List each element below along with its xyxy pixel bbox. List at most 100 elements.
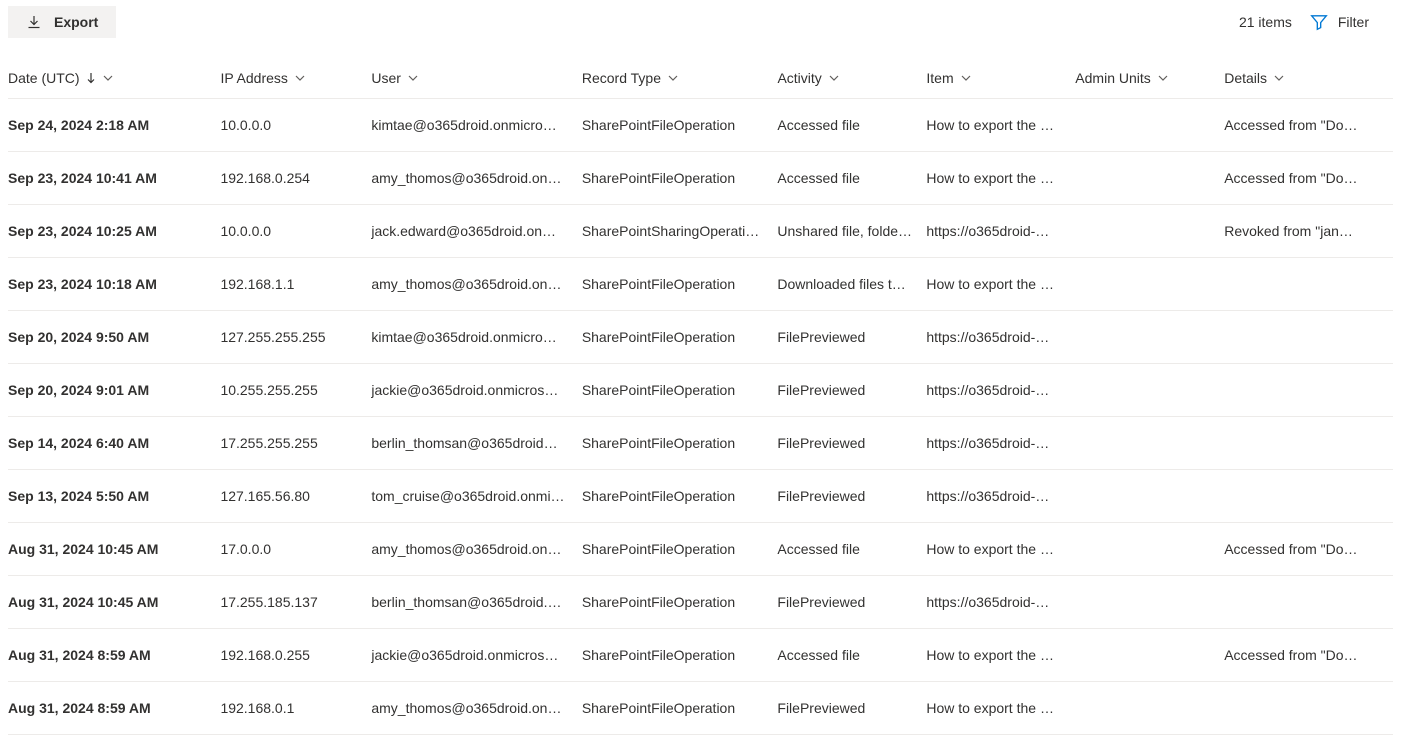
toolbar-right: 21 items Filter bbox=[1239, 13, 1393, 31]
column-header-user[interactable]: User bbox=[371, 70, 581, 86]
column-header-date[interactable]: Date (UTC) bbox=[8, 70, 220, 86]
cell-ip: 192.168.0.254 bbox=[220, 170, 371, 186]
cell-record: SharePointFileOperation bbox=[582, 488, 778, 504]
download-icon bbox=[26, 14, 42, 30]
cell-item: https://o365droid-… bbox=[926, 594, 1075, 610]
column-header-record-type[interactable]: Record Type bbox=[582, 70, 778, 86]
cell-ip: 10.0.0.0 bbox=[220, 117, 371, 133]
cell-date: Aug 31, 2024 10:45 AM bbox=[8, 541, 220, 557]
table-row[interactable]: Sep 23, 2024 10:25 AM10.0.0.0jack.edward… bbox=[8, 205, 1393, 258]
filter-button[interactable]: Filter bbox=[1310, 13, 1369, 31]
cell-activity: Accessed file bbox=[777, 170, 926, 186]
cell-user: amy_thomos@o365droid.on… bbox=[371, 541, 581, 557]
column-header-ip[interactable]: IP Address bbox=[220, 70, 371, 86]
column-header-details[interactable]: Details bbox=[1224, 70, 1393, 86]
cell-ip: 10.255.255.255 bbox=[220, 382, 371, 398]
chevron-down-icon bbox=[828, 72, 840, 84]
table-row[interactable]: Aug 31, 2024 10:45 AM17.0.0.0amy_thomos@… bbox=[8, 523, 1393, 576]
export-label: Export bbox=[54, 14, 98, 30]
column-header-item[interactable]: Item bbox=[926, 70, 1075, 86]
cell-item: How to export the … bbox=[926, 170, 1075, 186]
cell-date: Sep 20, 2024 9:01 AM bbox=[8, 382, 220, 398]
cell-date: Sep 23, 2024 10:18 AM bbox=[8, 276, 220, 292]
cell-item: https://o365droid-… bbox=[926, 382, 1075, 398]
audit-table: Date (UTC) IP Address User Record Type A… bbox=[8, 58, 1393, 735]
cell-activity: Unshared file, folde… bbox=[777, 223, 926, 239]
table-row[interactable]: Sep 23, 2024 10:18 AM192.168.1.1amy_thom… bbox=[8, 258, 1393, 311]
cell-activity: FilePreviewed bbox=[777, 594, 926, 610]
table-body: Sep 24, 2024 2:18 AM10.0.0.0kimtae@o365d… bbox=[8, 99, 1393, 735]
cell-user: amy_thomos@o365droid.on… bbox=[371, 700, 581, 716]
cell-date: Sep 23, 2024 10:41 AM bbox=[8, 170, 220, 186]
cell-details: Accessed from "Do… bbox=[1224, 117, 1393, 133]
cell-record: SharePointFileOperation bbox=[582, 382, 778, 398]
cell-record: SharePointFileOperation bbox=[582, 435, 778, 451]
column-label: Record Type bbox=[582, 70, 661, 86]
cell-activity: FilePreviewed bbox=[777, 435, 926, 451]
cell-ip: 17.0.0.0 bbox=[220, 541, 371, 557]
cell-item: https://o365droid-… bbox=[926, 435, 1075, 451]
column-label: Activity bbox=[777, 70, 821, 86]
cell-activity: FilePreviewed bbox=[777, 700, 926, 716]
cell-record: SharePointFileOperation bbox=[582, 170, 778, 186]
cell-date: Sep 20, 2024 9:50 AM bbox=[8, 329, 220, 345]
chevron-down-icon bbox=[1273, 72, 1285, 84]
cell-record: SharePointFileOperation bbox=[582, 329, 778, 345]
cell-date: Sep 24, 2024 2:18 AM bbox=[8, 117, 220, 133]
cell-activity: Accessed file bbox=[777, 117, 926, 133]
table-row[interactable]: Sep 13, 2024 5:50 AM127.165.56.80tom_cru… bbox=[8, 470, 1393, 523]
cell-user: tom_cruise@o365droid.onmi… bbox=[371, 488, 581, 504]
cell-record: SharePointFileOperation bbox=[582, 647, 778, 663]
cell-item: https://o365droid-… bbox=[926, 488, 1075, 504]
column-label: Item bbox=[926, 70, 953, 86]
table-row[interactable]: Aug 31, 2024 10:45 AM17.255.185.137berli… bbox=[8, 576, 1393, 629]
chevron-down-icon bbox=[960, 72, 972, 84]
table-row[interactable]: Sep 20, 2024 9:50 AM127.255.255.255kimta… bbox=[8, 311, 1393, 364]
cell-item: How to export the … bbox=[926, 541, 1075, 557]
chevron-down-icon bbox=[102, 72, 114, 84]
chevron-down-icon bbox=[1157, 72, 1169, 84]
cell-user: amy_thomos@o365droid.on… bbox=[371, 276, 581, 292]
table-row[interactable]: Sep 20, 2024 9:01 AM10.255.255.255jackie… bbox=[8, 364, 1393, 417]
cell-user: berlin_thomsan@o365droid.… bbox=[371, 594, 581, 610]
cell-ip: 17.255.255.255 bbox=[220, 435, 371, 451]
cell-activity: Accessed file bbox=[777, 647, 926, 663]
table-row[interactable]: Sep 23, 2024 10:41 AM192.168.0.254amy_th… bbox=[8, 152, 1393, 205]
cell-activity: FilePreviewed bbox=[777, 488, 926, 504]
cell-ip: 17.255.185.137 bbox=[220, 594, 371, 610]
cell-activity: FilePreviewed bbox=[777, 329, 926, 345]
cell-item: How to export the … bbox=[926, 700, 1075, 716]
cell-details: Accessed from "Do… bbox=[1224, 170, 1393, 186]
table-row[interactable]: Sep 24, 2024 2:18 AM10.0.0.0kimtae@o365d… bbox=[8, 99, 1393, 152]
cell-ip: 192.168.0.255 bbox=[220, 647, 371, 663]
cell-record: SharePointFileOperation bbox=[582, 117, 778, 133]
column-header-admin-units[interactable]: Admin Units bbox=[1075, 70, 1224, 86]
table-row[interactable]: Aug 31, 2024 8:59 AM192.168.0.255jackie@… bbox=[8, 629, 1393, 682]
cell-record: SharePointFileOperation bbox=[582, 541, 778, 557]
cell-item: How to export the … bbox=[926, 276, 1075, 292]
cell-record: SharePointFileOperation bbox=[582, 594, 778, 610]
table-header-row: Date (UTC) IP Address User Record Type A… bbox=[8, 58, 1393, 99]
column-label: IP Address bbox=[220, 70, 287, 86]
item-count: 21 items bbox=[1239, 14, 1292, 30]
cell-date: Aug 31, 2024 8:59 AM bbox=[8, 700, 220, 716]
filter-icon bbox=[1310, 13, 1328, 31]
cell-activity: Accessed file bbox=[777, 541, 926, 557]
cell-user: jack.edward@o365droid.on… bbox=[371, 223, 581, 239]
table-row[interactable]: Aug 31, 2024 8:59 AM192.168.0.1amy_thomo… bbox=[8, 682, 1393, 735]
column-label: Details bbox=[1224, 70, 1267, 86]
cell-record: SharePointSharingOperati… bbox=[582, 223, 778, 239]
column-header-activity[interactable]: Activity bbox=[777, 70, 926, 86]
cell-item: How to export the … bbox=[926, 647, 1075, 663]
export-button[interactable]: Export bbox=[8, 6, 116, 38]
chevron-down-icon bbox=[407, 72, 419, 84]
cell-date: Sep 13, 2024 5:50 AM bbox=[8, 488, 220, 504]
cell-ip: 127.255.255.255 bbox=[220, 329, 371, 345]
cell-record: SharePointFileOperation bbox=[582, 276, 778, 292]
cell-details: Accessed from "Do… bbox=[1224, 647, 1393, 663]
column-label: Admin Units bbox=[1075, 70, 1150, 86]
cell-record: SharePointFileOperation bbox=[582, 700, 778, 716]
table-row[interactable]: Sep 14, 2024 6:40 AM17.255.255.255berlin… bbox=[8, 417, 1393, 470]
cell-item: https://o365droid-… bbox=[926, 329, 1075, 345]
cell-user: jackie@o365droid.onmicros… bbox=[371, 647, 581, 663]
